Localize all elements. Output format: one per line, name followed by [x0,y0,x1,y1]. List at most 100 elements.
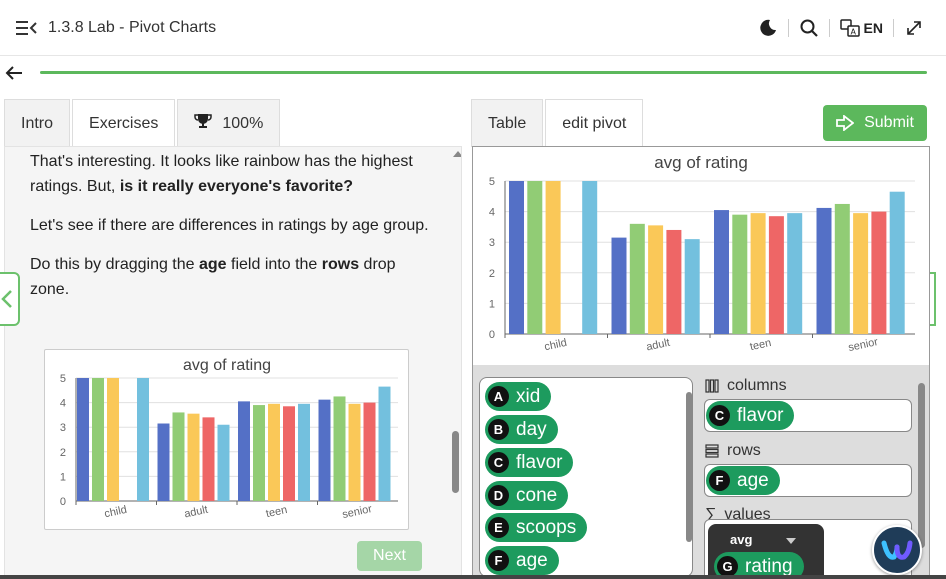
rows-chip-age[interactable]: Fage [706,466,780,495]
bar-teen-5 [298,403,310,501]
expand-icon[interactable] [904,18,924,38]
top-bar: 1.3.8 Lab - Pivot Charts A EN [0,0,946,56]
chart-title: avg of rating [183,357,271,374]
lesson-chart: avg of rating 0 1 2 3 4 5 child adult teen senior [44,349,409,530]
y-tick-label: 4 [489,207,495,219]
field-chip-day[interactable]: Bday [485,415,558,444]
moon-icon[interactable] [758,18,778,38]
next-button[interactable]: Next [357,541,422,571]
submit-label: Submit [864,114,914,131]
right-tab-bar: Table edit pivot [471,99,644,147]
bottom-scrollbar [0,575,946,579]
columns-chip-flavor[interactable]: Cflavor [706,401,795,430]
bar-senior-2 [333,396,346,501]
search-icon[interactable] [799,18,819,38]
bar-adult-1 [157,423,170,501]
field-chip-scoops[interactable]: Escoops [485,513,588,542]
progress-bar [40,71,927,74]
submit-button[interactable]: Submit [823,105,927,141]
bar-adult-1 [611,237,627,334]
bar-teen-2 [253,405,265,501]
field-chip-xid[interactable]: Axid [485,382,552,411]
bar-senior-1 [318,399,331,501]
x-tick-label: child [543,337,568,353]
svg-text:A: A [850,28,856,37]
bar-child-2 [527,181,543,334]
toolbar: A EN [758,16,924,40]
bar-teen-3 [268,403,280,501]
lesson-panel: That's interesting. It looks like rainbo… [4,146,462,579]
bar-child-3 [545,181,561,334]
menu-collapse-icon[interactable] [16,20,38,36]
bar-adult-2 [172,412,185,501]
columns-drop-zone[interactable]: Cflavor [704,399,912,432]
bar-senior-5 [378,386,391,501]
scroll-up-arrow[interactable] [453,151,461,157]
trophy-icon [194,112,213,135]
field-list: Axid Bday Cflavor Dcone Escoops Fage [479,377,693,577]
lesson-paragraph: Let's see if there are differences in ra… [30,217,429,234]
field-chip-age[interactable]: Fage [485,546,559,575]
bar-child-1 [509,181,524,334]
translate-icon[interactable]: A [839,18,860,38]
toolbar-divider [787,19,789,37]
language-label[interactable]: EN [864,20,883,36]
tab-table[interactable]: Table [471,99,544,147]
y-tick-label: 1 [60,471,66,483]
tab-edit-pivot[interactable]: edit pivot [545,99,644,147]
bar-teen-4 [768,216,784,334]
field-chip-flavor[interactable]: Cflavor [485,448,574,477]
bar-senior-1 [816,207,832,334]
lesson-paragraph: That's interesting. It looks like rainbo… [30,153,413,195]
lesson-text: That's interesting. It looks like rainbo… [30,149,430,316]
tab-exercises[interactable]: Exercises [72,99,176,147]
x-tick-label: senior [341,503,373,521]
rows-drop-zone[interactable]: Fage [704,464,912,497]
toolbar-divider [893,19,894,37]
y-tick-label: 5 [60,373,66,385]
bar-teen-4 [283,406,295,501]
bar-adult-5 [684,239,700,334]
chevron-down-icon[interactable] [786,538,796,544]
zones-scrollbar[interactable] [918,383,925,548]
columns-icon [705,379,719,393]
pivot-editor: avg of rating 0 1 2 3 4 5 child adult teen senior … [472,146,930,579]
bar-teen-2 [732,214,748,334]
toolbar-divider [828,19,830,37]
previous-arrow-button[interactable] [0,272,20,326]
field-list-scrollbar[interactable] [686,392,692,542]
y-tick-label: 3 [489,237,495,249]
bar-teen-3 [750,213,766,334]
bar-senior-4 [871,211,887,334]
lesson-chart-svg: avg of rating 0 1 2 3 4 5 child adult teen senior [60,357,398,521]
bar-adult-3 [187,413,200,501]
bar-senior-2 [834,203,850,334]
tab-intro[interactable]: Intro [4,99,71,147]
bar-adult-2 [629,223,645,334]
back-arrow-icon[interactable] [4,63,24,83]
app-title: 1.3.8 Lab - Pivot Charts [48,19,217,36]
bar-senior-3 [348,403,361,501]
lesson-scrollbar[interactable] [452,431,459,493]
y-tick-label: 5 [489,176,495,188]
chart-title: avg of rating [654,153,748,172]
y-tick-label: 1 [489,298,495,310]
rows-zone-label: rows [705,442,761,460]
bar-child-5 [137,378,149,501]
y-tick-label: 0 [489,329,495,341]
x-tick-label: senior [847,336,879,354]
lesson-paragraph: Do this by dragging the age field into t… [30,256,396,298]
bar-adult-4 [202,417,215,501]
bar-adult-5 [217,424,230,501]
tab-score[interactable]: 100% [177,99,281,147]
aggregator-select[interactable]: avg [730,532,752,547]
score-label: 100% [222,114,264,132]
field-chip-cone[interactable]: Dcone [485,481,569,510]
x-tick-label: teen [749,337,772,353]
columns-zone-label: columns [705,377,787,395]
y-tick-label: 2 [489,268,495,280]
bar-adult-3 [648,225,664,334]
pivot-field-panel: Axid Bday Cflavor Dcone Escoops Fage col… [473,365,929,578]
bar-teen-1 [238,401,250,501]
assistant-icon[interactable] [872,525,922,575]
